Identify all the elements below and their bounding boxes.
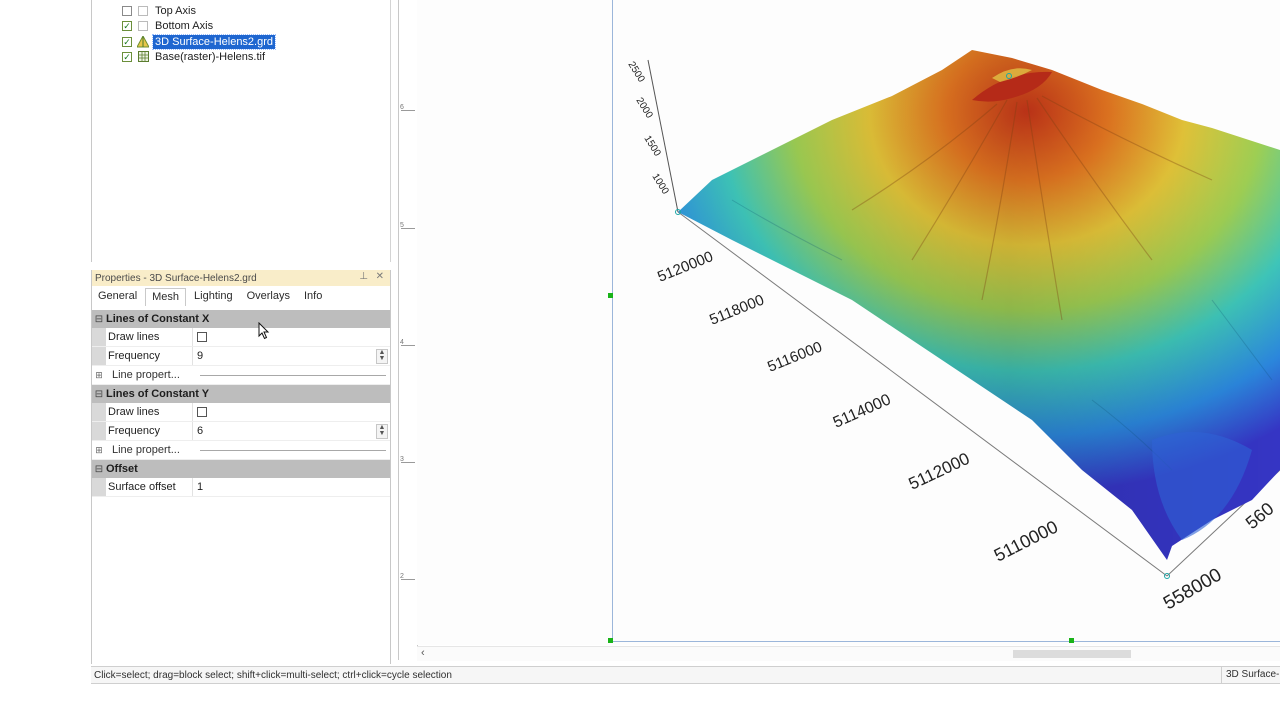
tree-item-label: 3D Surface-Helens2.grd [151,33,277,50]
section-title: Lines of Constant Y [106,388,210,400]
ruler-label: 6 [400,104,404,111]
status-selected-object: 3D Surface-H [1221,667,1280,683]
property-row-line-properties-y[interactable]: ⊞ Line propert... [92,441,390,460]
surface-layer-icon [137,35,149,48]
y-tick-label: 5120000 [655,248,716,286]
left-gutter [0,0,90,664]
status-message: Click=select; drag=block select; shift+c… [94,669,452,681]
line-preview [200,374,386,376]
raster-layer-icon [137,51,149,63]
property-name: Frequency [106,347,193,365]
section-title: Lines of Constant X [106,313,210,325]
visibility-checkbox[interactable] [122,5,132,16]
object-manager-panel: Top Axis ✓ Bottom Axis ✓ 3D Surface-Hele… [91,0,391,262]
visibility-checkbox[interactable]: ✓ [122,20,132,31]
section-offset[interactable]: ⊟ Offset [92,460,390,478]
tab-mesh[interactable]: Mesh [145,288,187,306]
visibility-checkbox[interactable]: ✓ [122,36,132,47]
section-lines-constant-y[interactable]: ⊟ Lines of Constant Y [92,385,390,403]
y-tick-label: 5118000 [707,291,766,328]
line-preview [200,449,386,451]
scroll-thumb[interactable] [1013,650,1131,658]
properties-panel: Properties - 3D Surface-Helens2.grd ⊥ ✕ … [91,270,391,664]
section-title: Offset [106,463,138,475]
ruler-label: 3 [400,456,404,463]
tree-item-base-raster[interactable]: ✓ Base(raster)-Helens.tif [122,49,267,64]
frequency-y-input[interactable]: 6 ▲ ▼ [193,422,390,440]
tab-info[interactable]: Info [298,288,328,306]
property-grid: ⊟ Lines of Constant X Draw lines Frequen… [92,310,390,497]
tab-lighting[interactable]: Lighting [188,288,239,306]
draw-lines-x-checkbox[interactable] [197,332,207,342]
y-tick-label: 5116000 [765,338,824,375]
frequency-x-value: 9 [197,350,204,362]
property-name: Line propert... [112,369,180,381]
tab-overlays[interactable]: Overlays [241,288,296,306]
tree-item-3d-surface[interactable]: ✓ 3D Surface-Helens2.grd [122,33,277,50]
surface-offset-input[interactable]: 1 [193,478,390,496]
expand-icon[interactable]: ⊞ [92,441,106,459]
property-row-draw-lines-x: Draw lines [92,328,390,347]
resize-handle[interactable] [608,293,613,298]
property-row-draw-lines-y: Draw lines [92,403,390,422]
status-bar: Click=select; drag=block select; shift+c… [91,666,1280,684]
property-name: Draw lines [106,403,193,421]
frequency-x-input[interactable]: 9 ▲ ▼ [193,347,390,365]
frequency-y-value: 6 [197,425,204,437]
y-tick-label: 5114000 [831,391,894,431]
ruler-label: 5 [400,222,404,229]
visibility-checkbox[interactable]: ✓ [122,51,132,62]
property-row-frequency-x: Frequency 9 ▲ ▼ [92,347,390,366]
tree-item-label: Base(raster)-Helens.tif [155,50,266,63]
section-lines-constant-x[interactable]: ⊟ Lines of Constant X [92,310,390,328]
properties-title-bar: Properties - 3D Surface-Helens2.grd ⊥ ✕ [92,270,390,286]
x-tick-label: 560 [1242,498,1278,533]
property-row-surface-offset: Surface offset 1 [92,478,390,497]
axis-icon [137,5,149,17]
property-name: Draw lines [106,328,193,346]
3d-surface-plot[interactable]: 2500 2000 1500 1000 5120000 5118000 5116… [612,0,1280,642]
z-tick-label: 2500 [625,60,646,85]
close-icon[interactable]: ✕ [376,271,384,282]
z-tick-label: 2000 [633,96,654,121]
property-name: Frequency [106,422,193,440]
resize-handle[interactable] [1069,638,1074,643]
tree-item-bottom-axis[interactable]: ✓ Bottom Axis [122,18,215,33]
mouse-cursor-icon [258,322,270,340]
vertical-ruler[interactable]: 6 5 4 3 2 [398,0,418,660]
properties-title: Properties - 3D Surface-Helens2.grd [95,272,257,284]
x-tick-label: 558000 [1160,564,1225,614]
z-tick-label: 1500 [641,134,662,159]
frequency-y-spinner[interactable]: ▲ ▼ [376,424,388,439]
collapse-icon[interactable]: ⊟ [92,389,106,400]
scroll-left-icon[interactable]: ‹ [421,647,425,659]
collapse-icon[interactable]: ⊟ [92,464,106,475]
ruler-label: 2 [400,573,404,580]
collapse-icon[interactable]: ⊟ [92,314,106,325]
y-tick-label: 5112000 [906,449,973,494]
property-name: Surface offset [106,478,193,496]
tree-item-label: Bottom Axis [155,19,214,32]
property-name: Line propert... [112,444,180,456]
horizontal-scrollbar[interactable]: ‹ [417,646,1280,661]
surface-offset-value: 1 [197,481,204,493]
z-tick-label: 1000 [649,172,670,197]
tree-item-top-axis[interactable]: Top Axis [122,3,198,18]
resize-handle[interactable] [608,638,613,643]
pin-icon[interactable]: ⊥ [359,271,368,282]
frequency-x-spinner[interactable]: ▲ ▼ [376,349,388,364]
tree-item-label: Top Axis [155,4,196,17]
y-tick-label: 5110000 [991,517,1061,566]
draw-lines-y-checkbox[interactable] [197,407,207,417]
expand-icon[interactable]: ⊞ [92,366,106,384]
properties-tabs: General Mesh Lighting Overlays Info [92,288,330,306]
property-row-line-properties-x[interactable]: ⊞ Line propert... [92,366,390,385]
tab-general[interactable]: General [92,288,143,306]
axis-icon [137,20,149,32]
terrain-surface[interactable] [678,50,1280,560]
ruler-label: 4 [400,339,404,346]
property-row-frequency-y: Frequency 6 ▲ ▼ [92,422,390,441]
